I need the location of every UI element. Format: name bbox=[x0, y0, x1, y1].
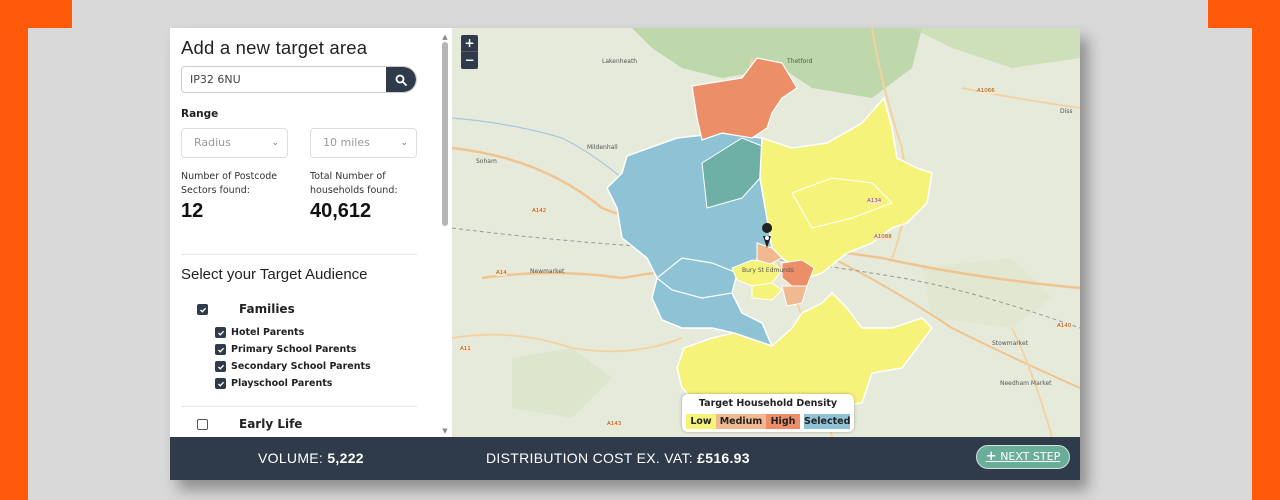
road-label: A143 bbox=[607, 421, 622, 427]
volume-label: VOLUME: bbox=[258, 450, 324, 466]
range-type-value: Radius bbox=[194, 136, 231, 149]
group-early-life-label: Early Life bbox=[239, 417, 303, 431]
check-icon bbox=[217, 347, 224, 353]
families-checkbox[interactable] bbox=[197, 304, 208, 315]
road-label: A140 bbox=[1057, 323, 1072, 329]
divider bbox=[181, 406, 417, 407]
legend-selected: Selected bbox=[804, 414, 851, 429]
range-distance-value: 10 miles bbox=[323, 136, 370, 149]
place-label: Needham Market bbox=[1000, 380, 1052, 387]
range-distance-select[interactable]: 10 miles ⌄ bbox=[310, 128, 417, 158]
place-label: Lakenheath bbox=[602, 58, 638, 65]
playschool-parents-checkbox[interactable] bbox=[215, 378, 226, 389]
sectors-label: Number of Postcode Sectors found: bbox=[181, 171, 278, 196]
next-step-button[interactable]: + NEXT STEP bbox=[976, 445, 1070, 469]
legend-low: Low bbox=[686, 414, 716, 429]
volume-value: 5,222 bbox=[327, 450, 364, 466]
place-label: Mildenhall bbox=[587, 144, 618, 151]
zoom-control: + − bbox=[461, 35, 478, 69]
postcode-input[interactable] bbox=[182, 67, 388, 92]
primary-school-parents-label: Primary School Parents bbox=[231, 344, 357, 355]
road-label: A11 bbox=[460, 346, 471, 352]
app-window: Add a new target area Range Radius ⌄ 10 … bbox=[170, 28, 1080, 480]
postcode-search bbox=[181, 66, 417, 93]
place-label: Diss bbox=[1060, 108, 1073, 115]
range-type-select[interactable]: Radius ⌄ bbox=[181, 128, 288, 158]
place-label: Stowmarket bbox=[992, 340, 1029, 347]
check-icon bbox=[217, 381, 224, 387]
summary-bar: VOLUME: 5,222 DISTRIBUTION COST EX. VAT:… bbox=[170, 437, 1080, 480]
hotel-parents-checkbox[interactable] bbox=[215, 327, 226, 338]
group-families-label: Families bbox=[239, 302, 295, 316]
range-label: Range bbox=[181, 108, 219, 120]
zoom-in-button[interactable]: + bbox=[461, 35, 478, 52]
cost-summary: DISTRIBUTION COST EX. VAT: £516.93 bbox=[486, 450, 750, 466]
sidebar: Add a new target area Range Radius ⌄ 10 … bbox=[170, 28, 452, 437]
chevron-down-icon: ⌄ bbox=[271, 138, 279, 148]
place-label: Thetford bbox=[787, 58, 813, 65]
scroll-thumb[interactable] bbox=[442, 42, 448, 226]
secondary-school-parents-label: Secondary School Parents bbox=[231, 361, 371, 372]
road-label: A1066 bbox=[977, 88, 995, 94]
hotel-parents-label: Hotel Parents bbox=[231, 327, 305, 338]
cost-label: DISTRIBUTION COST EX. VAT: bbox=[486, 450, 693, 466]
zoom-out-button[interactable]: − bbox=[461, 52, 478, 69]
map-view[interactable]: Lakenheath Mildenhall Soham Newmarket Bu… bbox=[452, 28, 1080, 437]
background-frame-top bbox=[72, 0, 1208, 28]
check-icon bbox=[199, 307, 206, 313]
playschool-parents-label: Playschool Parents bbox=[231, 378, 333, 389]
cost-value: £516.93 bbox=[697, 450, 750, 466]
divider bbox=[181, 254, 417, 255]
check-icon bbox=[217, 364, 224, 370]
road-label: A142 bbox=[532, 208, 547, 214]
early-life-checkbox[interactable] bbox=[197, 419, 208, 430]
plus-icon: + bbox=[985, 449, 997, 464]
audience-title: Select your Target Audience bbox=[181, 266, 368, 283]
legend-title: Target Household Density bbox=[698, 398, 838, 409]
check-icon bbox=[217, 330, 224, 336]
place-label: Bury St Edmunds bbox=[742, 267, 794, 274]
households-label: Total Number of households found: bbox=[310, 171, 398, 196]
households-value: 40,612 bbox=[310, 200, 372, 222]
volume-summary: VOLUME: 5,222 bbox=[258, 450, 364, 466]
scroll-up-icon[interactable]: ▲ bbox=[441, 34, 449, 41]
search-icon bbox=[395, 74, 407, 86]
next-step-label: NEXT STEP bbox=[1000, 450, 1061, 463]
secondary-school-parents-checkbox[interactable] bbox=[215, 361, 226, 372]
place-label: Soham bbox=[476, 158, 497, 165]
sectors-value: 12 bbox=[181, 200, 204, 222]
search-button[interactable] bbox=[386, 67, 416, 92]
legend-medium: Medium bbox=[716, 414, 766, 429]
density-legend: Target Household Density Low Medium High… bbox=[682, 394, 854, 432]
primary-school-parents-checkbox[interactable] bbox=[215, 344, 226, 355]
scroll-down-icon[interactable]: ▼ bbox=[441, 428, 449, 435]
place-label: Newmarket bbox=[530, 268, 565, 275]
chevron-down-icon: ⌄ bbox=[400, 138, 408, 148]
legend-high: High bbox=[766, 414, 800, 429]
road-label: A134 bbox=[867, 198, 882, 204]
road-label: A1088 bbox=[874, 234, 892, 240]
road-label: A14 bbox=[496, 270, 507, 276]
sidebar-scrollbar[interactable]: ▲ ▼ bbox=[441, 34, 449, 435]
page-title: Add a new target area bbox=[181, 37, 368, 58]
